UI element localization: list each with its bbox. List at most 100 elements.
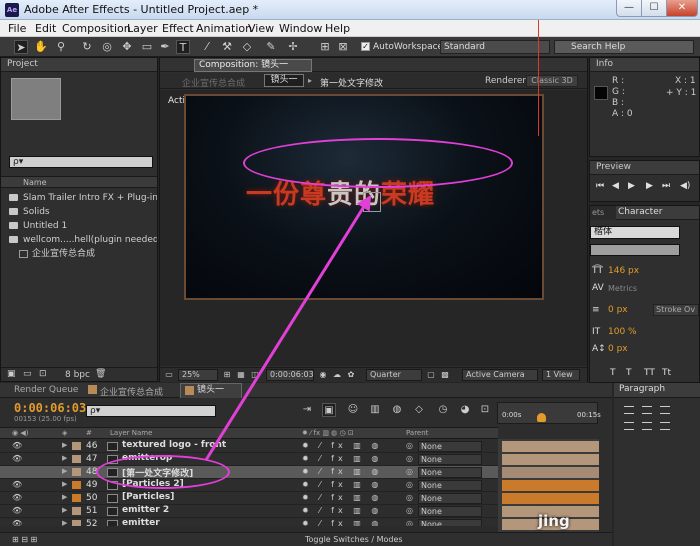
project-item[interactable]: Solids <box>1 205 157 219</box>
previous-frame-icon[interactable]: ◀ <box>612 181 619 191</box>
toggle-switches-modes-button[interactable]: Toggle Switches / Modes <box>305 535 403 544</box>
frame-blending-icon[interactable]: ▥ <box>368 403 382 417</box>
flow-current-comp[interactable]: 镜头一 <box>264 74 304 87</box>
renderer-button[interactable]: Classic 3D <box>526 75 578 87</box>
layer-switches-icons[interactable]: ✹ ⁄ fx ▥ ◍ <box>302 480 382 489</box>
table-row[interactable]: 👁 ▶ 47 emitterop ✹ ⁄ fx ▥ ◍ ◎ None <box>0 453 498 466</box>
tab-effects-presets[interactable]: ets <box>590 206 616 220</box>
pan-behind-tool-icon[interactable]: ✥ <box>120 40 134 54</box>
resolution-dropdown[interactable]: Quarter <box>366 369 422 381</box>
graph-icon[interactable]: ⊡ <box>478 403 492 417</box>
layer-name[interactable]: textured logo - front <box>122 440 226 450</box>
menu-view[interactable]: View <box>248 22 274 35</box>
graph-editor-icon[interactable]: ◇ <box>412 403 426 417</box>
puppet-tool-icon[interactable]: ✢ <box>286 40 300 54</box>
channel-icon[interactable]: ✿ <box>346 370 356 380</box>
menu-composition[interactable]: Composition <box>62 22 131 35</box>
eye-icon[interactable]: 👁 <box>12 493 22 502</box>
expand-panes-icon[interactable]: ⊞ ⊟ ⊞ <box>12 535 37 544</box>
type-tool-icon[interactable]: T <box>176 40 190 54</box>
menu-edit[interactable]: Edit <box>35 22 56 35</box>
autoworkspace-checkbox[interactable]: ✓ <box>361 42 370 51</box>
eye-icon[interactable]: 👁 <box>12 506 22 515</box>
table-row[interactable]: 👁 ▶ 49 [Particles 2] ✹ ⁄ fx ▥ ◍ ◎ None <box>0 479 498 492</box>
layer-duration-bar[interactable] <box>502 480 599 491</box>
new-folder-icon[interactable]: ▭ <box>23 369 32 379</box>
font-size-value[interactable]: 146 px <box>608 266 639 276</box>
audio-icon[interactable]: ◀) <box>680 181 690 191</box>
view-layout-dropdown[interactable]: 1 View <box>542 369 580 381</box>
mini-flowchart-icon[interactable]: ⇥ <box>300 403 314 417</box>
current-time-display[interactable]: 0:00:06:03 <box>14 401 86 415</box>
search-help-input[interactable]: Search Help <box>554 40 694 54</box>
tab-project[interactable]: Project <box>1 58 157 72</box>
label-color-swatch[interactable] <box>72 442 81 450</box>
snapshot-icon[interactable]: ◉ <box>318 370 328 380</box>
project-item[interactable]: Untitled 1 <box>1 219 157 233</box>
tab-composition[interactable]: Composition: 镜头一 <box>194 59 312 72</box>
pick-whip-icon[interactable]: ◎ <box>406 454 413 463</box>
layer-duration-bar[interactable] <box>502 467 599 478</box>
pick-whip-icon[interactable]: ◎ <box>406 493 413 502</box>
axis-local-icon[interactable]: ⊞ <box>318 40 332 54</box>
layer-switches-icons[interactable]: ✹ ⁄ fx ▥ ◍ <box>302 467 382 476</box>
composition-viewer[interactable]: Active Camera 一份尊贵的荣耀 <box>160 90 587 366</box>
close-button[interactable]: ✕ <box>666 0 698 17</box>
parent-dropdown[interactable]: None <box>418 493 482 504</box>
align-left-icon[interactable] <box>624 406 634 414</box>
small-caps-icon[interactable]: Tt <box>662 368 671 378</box>
pick-whip-icon[interactable]: ◎ <box>406 467 413 476</box>
parent-dropdown[interactable]: None <box>418 480 482 491</box>
selection-tool-icon[interactable]: ➤ <box>14 40 28 54</box>
axis-world-icon[interactable]: ⊠ <box>336 40 350 54</box>
menu-file[interactable]: File <box>8 22 26 35</box>
layer-switches-icons[interactable]: ✹ ⁄ fx ▥ ◍ <box>302 454 382 463</box>
stroke-width-value[interactable]: 0 px <box>608 305 628 315</box>
menu-window[interactable]: Window <box>279 22 322 35</box>
interpret-footage-icon[interactable]: ▣ <box>7 369 16 379</box>
transparency-grid-icon[interactable]: ▩ <box>440 370 450 380</box>
faux-bold-icon[interactable]: T <box>610 368 616 378</box>
safe-zones-icon[interactable]: ⊞ <box>222 370 232 380</box>
show-snapshot-icon[interactable]: ☁ <box>332 370 342 380</box>
pen-tool-icon[interactable]: ✒ <box>158 40 172 54</box>
maximize-button[interactable]: ☐ <box>641 0 667 17</box>
camera-view-dropdown[interactable]: Active Camera <box>462 369 538 381</box>
eye-icon[interactable]: 👁 <box>12 441 22 450</box>
minimize-button[interactable]: — <box>616 0 642 17</box>
last-frame-icon[interactable]: ⏭ <box>662 181 670 191</box>
menu-help[interactable]: Help <box>325 22 350 35</box>
layer-duration-bar[interactable] <box>502 454 599 465</box>
roto-brush-tool-icon[interactable]: ✎ <box>264 40 278 54</box>
rotate-tool-icon[interactable]: ↻ <box>80 40 94 54</box>
bit-depth-label[interactable]: 8 bpc <box>65 370 90 380</box>
tab-info[interactable]: Info <box>590 58 699 72</box>
pick-whip-icon[interactable]: ◎ <box>406 441 413 450</box>
tab-main-composition[interactable]: 企业宣传总合成 <box>100 385 163 398</box>
draft-3d-icon[interactable]: ▣ <box>322 403 336 417</box>
menu-effect[interactable]: Effect <box>162 22 194 35</box>
tab-character[interactable]: Character <box>618 207 662 217</box>
faux-italic-icon[interactable]: T <box>626 368 632 378</box>
grid-icon[interactable]: ▦ <box>236 370 246 380</box>
pick-whip-icon[interactable]: ◎ <box>406 480 413 489</box>
project-item[interactable]: Slam Trailer Intro FX + Plug-in <box>1 191 157 205</box>
magnification-dropdown[interactable]: 25% <box>178 369 218 381</box>
zoom-tool-icon[interactable]: ⚲ <box>54 40 68 54</box>
chevron-right-icon[interactable]: ▶ <box>62 467 67 475</box>
menu-animation[interactable]: Animation <box>196 22 252 35</box>
baseline-shift-value[interactable]: 0 px <box>608 344 628 354</box>
tab-preview[interactable]: Preview <box>590 161 699 175</box>
rectangle-tool-icon[interactable]: ▭ <box>140 40 154 54</box>
label-color-swatch[interactable] <box>72 455 81 463</box>
brainstorm-icon[interactable]: ◷ <box>436 403 450 417</box>
camera-tool-icon[interactable]: ◎ <box>100 40 114 54</box>
vertical-scale-value[interactable]: 100 % <box>608 327 637 337</box>
parent-dropdown[interactable]: None <box>418 454 482 465</box>
pick-whip-icon[interactable]: ◎ <box>406 506 413 515</box>
stroke-mode-dropdown[interactable]: Stroke Ov <box>653 304 699 316</box>
label-color-swatch[interactable] <box>72 507 81 515</box>
font-style-dropdown[interactable] <box>590 244 680 256</box>
timeline-search-input[interactable]: ρ▾ <box>86 405 216 417</box>
align-right-icon[interactable] <box>660 406 670 414</box>
